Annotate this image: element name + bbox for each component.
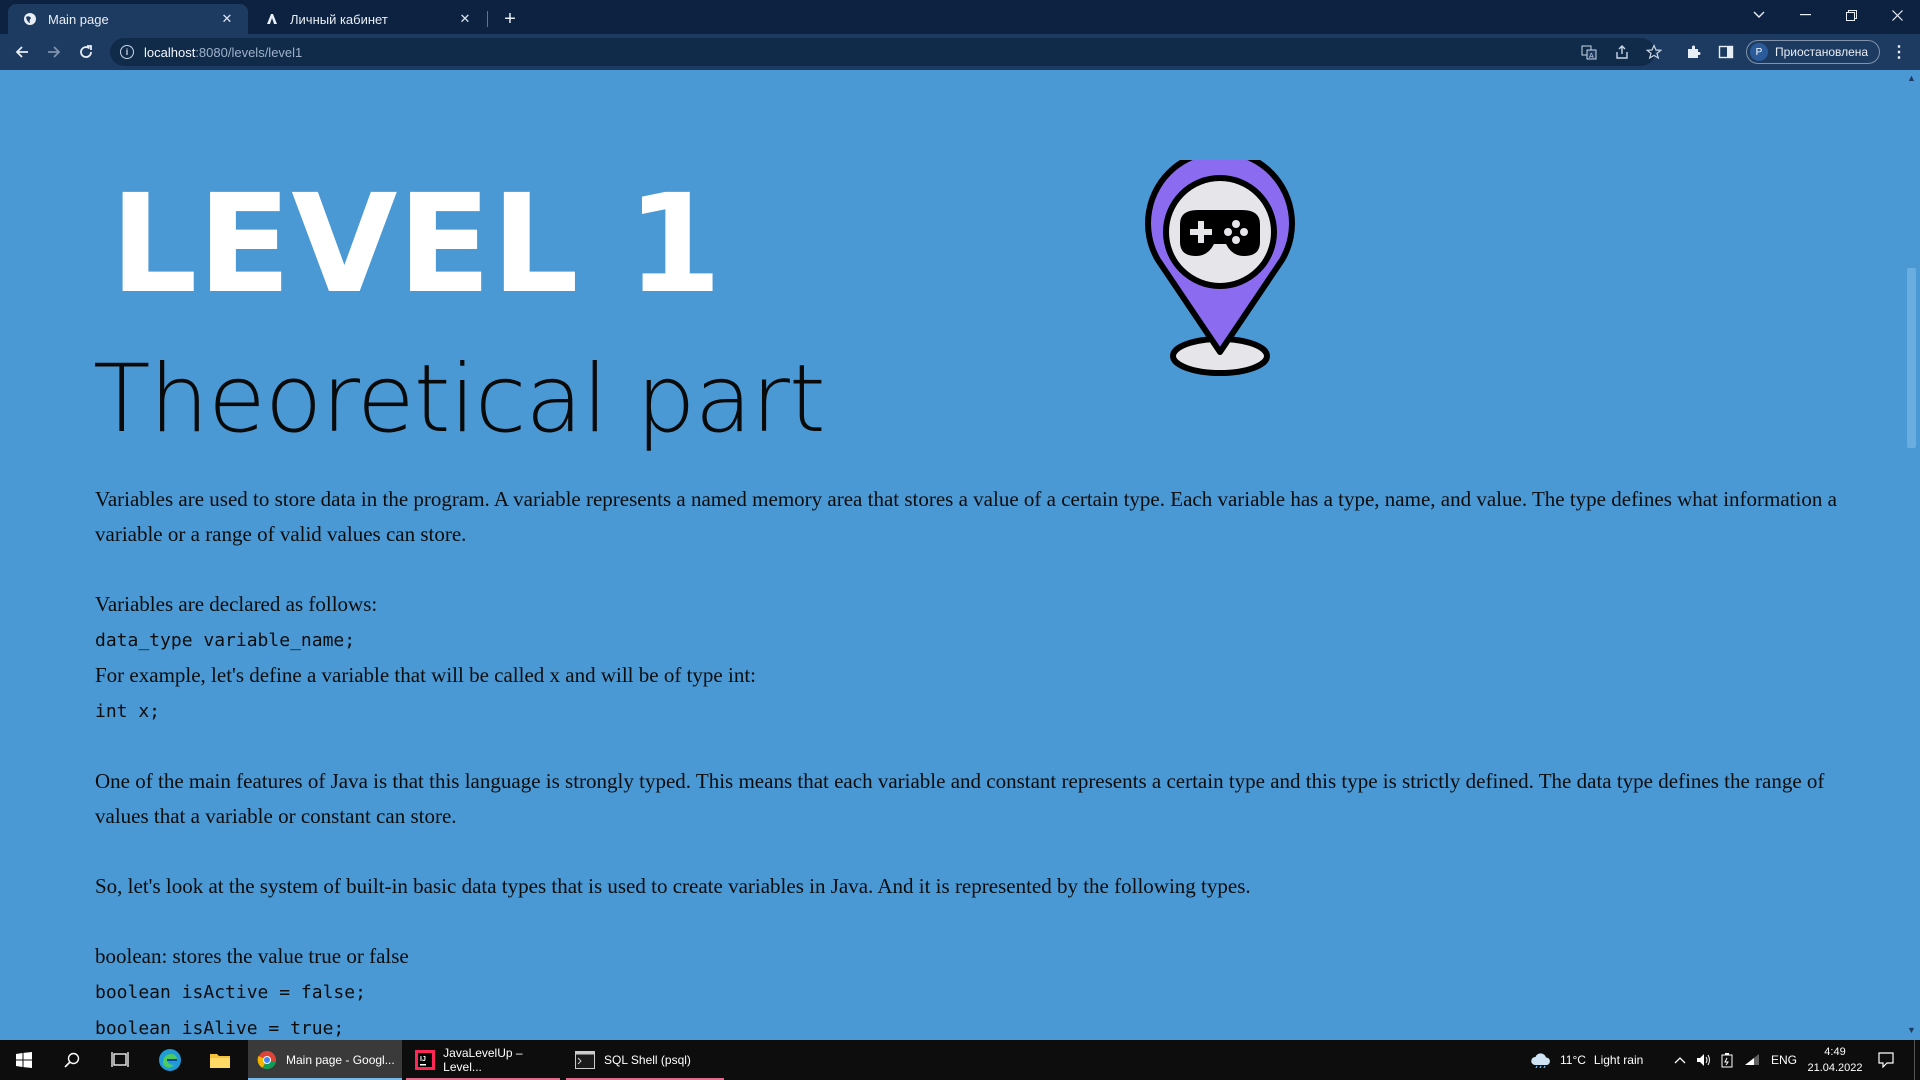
taskbar-app-psql[interactable]: SQL Shell (psql) (566, 1040, 724, 1080)
close-window-button[interactable] (1874, 0, 1920, 30)
taskbar-app-label: Main page - Googl... (286, 1053, 395, 1067)
file-explorer-icon[interactable] (196, 1040, 244, 1080)
tab-personal-account[interactable]: Личный кабинет ✕ (250, 4, 486, 34)
wifi-icon[interactable] (1744, 1040, 1760, 1080)
svg-text:A: A (1589, 53, 1594, 60)
close-tab-icon[interactable]: ✕ (218, 10, 236, 28)
article-content: Variables are used to store data in the … (95, 482, 1865, 1040)
code-line: int x; (95, 701, 161, 722)
text-paragraph: For example, let's define a variable tha… (95, 663, 756, 687)
scroll-down-arrow-icon[interactable]: ▼ (1907, 1026, 1916, 1035)
address-host: localhost (144, 44, 196, 60)
new-tab-button[interactable]: + (496, 5, 524, 33)
tab-title: Личный кабинет (290, 11, 388, 27)
code-line: data_type variable_name; (95, 630, 356, 651)
battery-plug-icon[interactable] (1721, 1040, 1733, 1080)
tab-main-page[interactable]: Main page ✕ (8, 4, 248, 34)
address-path: :8080/levels/level1 (195, 44, 303, 60)
profile-button[interactable]: P Приостановлена (1746, 40, 1880, 64)
svg-text:IJ: IJ (420, 1056, 426, 1063)
share-icon[interactable] (1611, 41, 1633, 63)
intellij-icon: IJ (414, 1049, 435, 1071)
windows-start-icon[interactable] (0, 1040, 48, 1080)
code-paragraph: data_type variable_name; (95, 622, 1865, 658)
taskbar-clock[interactable]: 4:49 21.04.2022 (1803, 1044, 1867, 1076)
browser-toolbar: i localhost:8080/levels/level1 A P Приос… (0, 34, 1920, 70)
task-view-icon[interactable] (96, 1040, 144, 1080)
bookmark-star-icon[interactable] (1643, 41, 1665, 63)
weather-widget[interactable]: 11°C Light rain (1530, 1040, 1643, 1080)
search-icon[interactable] (48, 1040, 96, 1080)
text-paragraph: Variables are declared as follows: (95, 592, 378, 616)
input-language[interactable]: ENG (1771, 1040, 1797, 1080)
clock-time: 4:49 (1824, 1046, 1846, 1058)
forward-button[interactable] (40, 38, 68, 66)
taskbar-app-label: SQL Shell (psql) (604, 1053, 691, 1067)
clock-date: 21.04.2022 (1807, 1062, 1863, 1074)
code-paragraph: boolean isActive = false; (95, 974, 1865, 1010)
browser-menu-icon[interactable]: ⋮ (1888, 41, 1910, 63)
chrome-icon (256, 1049, 278, 1071)
code-paragraph: boolean isAlive = true; (95, 1010, 1865, 1040)
weather-condition: Light rain (1593, 1053, 1644, 1067)
scroll-up-arrow-icon[interactable]: ▲ (1907, 74, 1916, 83)
page-heading: Theoretical part (93, 345, 826, 454)
globe-icon (22, 11, 38, 27)
notifications-icon[interactable] (1878, 1040, 1894, 1080)
side-panel-icon[interactable] (1715, 41, 1737, 63)
volume-icon[interactable] (1696, 1040, 1712, 1080)
close-tab-icon[interactable]: ✕ (456, 10, 474, 28)
cloud-rain-icon (1530, 1052, 1552, 1068)
taskbar-app-label: JavaLevelUp – Level... (443, 1046, 523, 1074)
scrollbar-thumb[interactable] (1907, 268, 1916, 448)
text-paragraph: Variables are used to store data in the … (95, 487, 1837, 546)
reload-button[interactable] (72, 38, 100, 66)
code-paragraph: int x; (95, 693, 1865, 729)
back-button[interactable] (8, 38, 36, 66)
tab-strip: Main page ✕ Личный кабинет ✕ + (0, 0, 1920, 34)
extensions-puzzle-icon[interactable] (1683, 41, 1705, 63)
tab-title: Main page (48, 11, 109, 27)
code-line: boolean isAlive = true; (95, 1018, 345, 1039)
level-title-text: LEVEL 1 (110, 185, 722, 300)
terminal-icon (574, 1049, 596, 1071)
weather-temp: 11°C (1560, 1053, 1586, 1067)
code-line: boolean isActive = false; (95, 982, 366, 1003)
text-paragraph: So, let's look at the system of built-in… (95, 874, 1251, 898)
restore-button[interactable] (1828, 0, 1874, 30)
page-scrollbar[interactable]: ▲ ▼ (1903, 70, 1920, 1040)
taskbar-app-chrome[interactable]: Main page - Googl... (248, 1040, 402, 1080)
page-viewport: LEVEL 1 Theoretical part Variables are u… (0, 70, 1920, 1040)
profile-avatar: P (1750, 43, 1768, 61)
tab-separator (487, 11, 488, 27)
minimize-button[interactable] (1782, 0, 1828, 30)
taskbar-app-intellij[interactable]: IJ JavaLevelUp – Level... (406, 1040, 560, 1080)
tab-search-chevron-icon[interactable] (1736, 0, 1782, 30)
profile-status: Приостановлена (1775, 45, 1869, 59)
edge-browser-icon[interactable] (146, 1040, 194, 1080)
address-bar[interactable]: i localhost:8080/levels/level1 (110, 38, 1655, 66)
text-paragraph: One of the main features of Java is that… (95, 769, 1825, 828)
windows-taskbar: Main page - Googl... IJ JavaLevelUp – Le… (0, 1040, 1920, 1080)
translate-icon[interactable]: A (1578, 41, 1600, 63)
level-title: LEVEL 1 (110, 185, 722, 300)
text-paragraph: boolean: stores the value true or false (95, 944, 409, 968)
tray-overflow-chevron-icon[interactable] (1674, 1040, 1686, 1080)
show-desktop-button[interactable] (1914, 1040, 1915, 1080)
gamepad-location-pin-icon (1145, 160, 1295, 376)
site-info-icon[interactable]: i (120, 45, 134, 59)
app-favicon-icon (264, 11, 280, 27)
